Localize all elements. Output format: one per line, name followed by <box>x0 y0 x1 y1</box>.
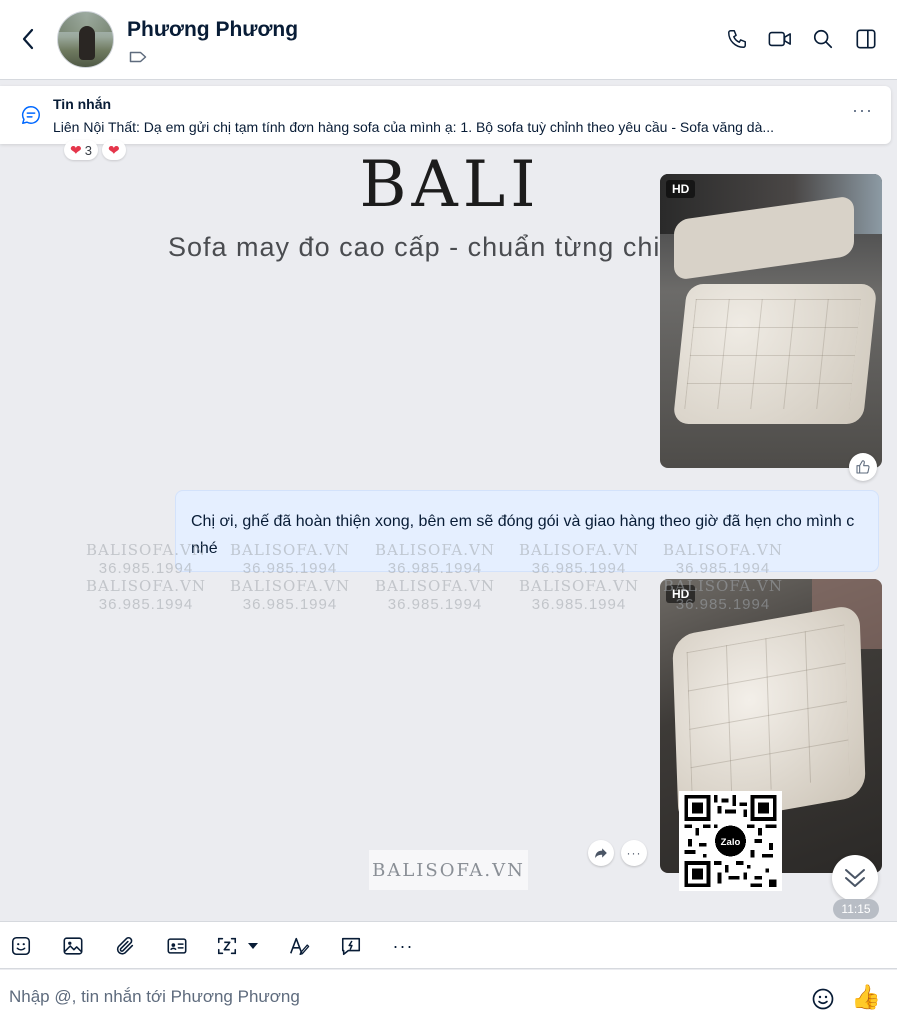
panel-icon <box>856 29 876 49</box>
phone-icon <box>728 30 746 48</box>
paperclip-icon <box>116 937 134 955</box>
send-thumbs-up-button[interactable]: 👍 <box>851 984 881 1012</box>
quick-message-icon <box>341 937 361 956</box>
image-button[interactable] <box>59 932 87 960</box>
back-button[interactable] <box>14 24 42 54</box>
qr-logo-label: Zalo <box>721 837 741 848</box>
pinned-text: Liên Nội Thất: Dạ em gửi chị tạm tính đơ… <box>53 119 775 135</box>
pinned-more-button[interactable]: ··· <box>852 100 873 121</box>
sticker-button[interactable] <box>7 932 35 960</box>
heart-icon: ❤ <box>70 142 82 158</box>
watermark: BALISOFA.VN 36.985.1994 <box>519 541 639 577</box>
brand-logo: BALI <box>359 148 541 222</box>
pinned-message-bar[interactable]: Tin nhắn Liên Nội Thất: Dạ em gửi chị tạ… <box>0 86 891 144</box>
watermark-box: BALISOFA.VN <box>369 850 528 890</box>
chat-header: Phương Phương <box>0 0 897 80</box>
sticker-icon <box>11 936 31 956</box>
like-button[interactable] <box>849 453 877 481</box>
watermark: BALISOFA.VN 36.985.1994 <box>375 577 495 613</box>
composer-toolbar: ··· <box>0 921 897 969</box>
quick-message-button[interactable] <box>337 932 365 960</box>
scroll-to-bottom-button[interactable] <box>832 855 878 901</box>
contact-card-icon <box>167 938 187 954</box>
zalo-qr-code: Zalo <box>679 791 782 891</box>
text-format-button[interactable] <box>285 932 313 960</box>
toggle-panel-button[interactable] <box>853 24 879 54</box>
pinned-title: Tin nhắn <box>53 96 112 112</box>
brand-tagline: Sofa may đo cao cấp - chuẩn từng chi tiế… <box>168 232 709 262</box>
sofa-photo-1[interactable]: HD <box>660 174 882 468</box>
forward-icon <box>595 848 607 859</box>
emoji-button[interactable] <box>810 986 836 1012</box>
reaction-bar: ❤ 3 ❤ <box>64 140 126 160</box>
composer: 👍 <box>0 970 897 1024</box>
video-call-button[interactable] <box>767 24 793 54</box>
toolbar-more-button[interactable]: ··· <box>389 932 417 960</box>
chevron-left-icon <box>22 28 34 50</box>
video-icon <box>768 31 791 47</box>
search-button[interactable] <box>810 24 836 54</box>
screenshot-button[interactable] <box>215 932 263 960</box>
heart-icon: ❤ <box>107 142 120 158</box>
contact-name[interactable]: Phương Phương <box>127 18 298 42</box>
attach-file-button[interactable] <box>111 932 139 960</box>
thumbs-up-icon <box>856 460 870 474</box>
watermark: BALISOFA.VN 36.985.1994 <box>663 577 783 613</box>
watermark: BALISOFA.VN 36.985.1994 <box>86 577 206 613</box>
heart-reaction-count[interactable]: ❤ 3 <box>64 140 98 160</box>
image-icon <box>63 937 83 955</box>
reaction-count: 3 <box>84 142 92 158</box>
search-icon <box>813 29 833 49</box>
add-heart-reaction[interactable]: ❤ <box>101 140 126 160</box>
tag-icon[interactable] <box>129 50 147 69</box>
message-more-button[interactable]: ··· <box>621 840 647 866</box>
watermark: BALISOFA.VN 36.985.1994 <box>86 541 206 577</box>
watermark: BALISOFA.VN 36.985.1994 <box>519 577 639 613</box>
caret-down-icon <box>248 943 258 949</box>
message-input[interactable] <box>0 970 790 1024</box>
hd-badge: HD <box>666 180 696 198</box>
text-format-icon <box>290 937 310 955</box>
share-button[interactable] <box>588 840 614 866</box>
avatar[interactable] <box>57 11 114 68</box>
smiley-icon <box>812 988 834 1010</box>
watermark: BALISOFA.VN 36.985.1994 <box>375 541 495 577</box>
watermark: BALISOFA.VN 36.985.1994 <box>663 541 783 577</box>
screenshot-icon <box>217 937 237 955</box>
message-icon <box>20 104 42 131</box>
watermark: BALISOFA.VN 36.985.1994 <box>230 577 350 613</box>
contact-card-button[interactable] <box>163 932 191 960</box>
call-button[interactable] <box>724 24 750 54</box>
timestamp: 11:15 <box>833 899 879 919</box>
watermark: BALISOFA.VN 36.985.1994 <box>230 541 350 577</box>
double-chevron-down-icon <box>845 869 865 887</box>
